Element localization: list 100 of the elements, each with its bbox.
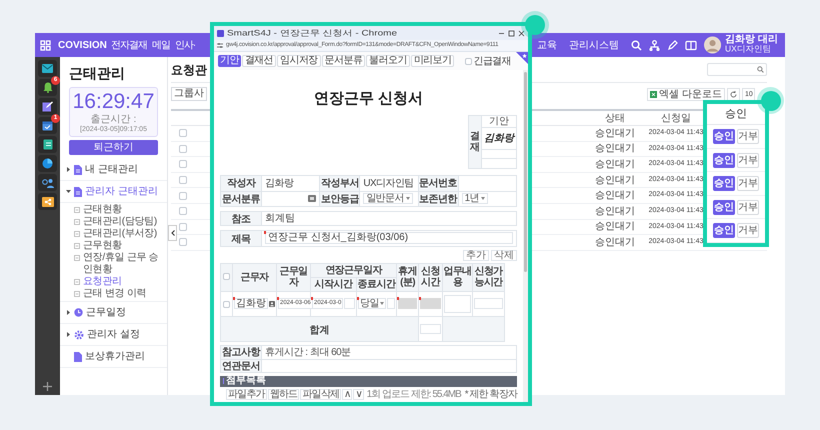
input-field[interactable]	[420, 324, 441, 334]
note-pencil-icon[interactable]	[42, 101, 53, 112]
input-field[interactable]	[386, 298, 395, 309]
reject-button[interactable]: 거부	[737, 200, 759, 215]
book-icon[interactable]	[685, 40, 697, 50]
approve-button[interactable]: 승인	[713, 200, 735, 215]
gear-icon	[74, 330, 84, 340]
subject-field[interactable]: 연장근무 신청서_김화랑(03/06)	[265, 232, 513, 244]
group-select[interactable]: 그룹사	[171, 87, 207, 101]
toolbar-button[interactable]: 결재선	[242, 55, 276, 67]
scrollbar[interactable]	[523, 70, 528, 402]
input-field[interactable]: 김화랑	[234, 298, 268, 309]
attach-button[interactable]: 웹하드	[268, 388, 300, 400]
collapse-button[interactable]	[168, 225, 177, 241]
input-field[interactable]	[344, 298, 355, 309]
checkbox[interactable]	[179, 144, 187, 153]
bell-icon[interactable]	[42, 82, 52, 93]
pen-icon[interactable]	[667, 40, 678, 50]
checkbox[interactable]	[179, 192, 187, 200]
checkbox[interactable]	[179, 160, 187, 168]
reject-button[interactable]: 거부	[737, 223, 759, 238]
sidebar-item[interactable]: 근무현황	[83, 240, 122, 252]
checkbox[interactable]	[179, 207, 187, 216]
pie-chart-icon[interactable]	[42, 158, 53, 169]
select-field[interactable]: 당일	[358, 298, 386, 309]
app-button[interactable]	[38, 193, 57, 210]
favorite-corner-icon[interactable]	[516, 52, 528, 64]
reject-button[interactable]: 거부	[737, 152, 759, 168]
checkbox[interactable]	[179, 176, 187, 184]
checkbox[interactable]	[223, 272, 230, 280]
app-button[interactable]	[38, 136, 57, 153]
toolbar-button[interactable]: 불러오기	[366, 55, 410, 67]
org-chart-icon[interactable]	[649, 40, 660, 50]
sidebar-item[interactable]: 관리자 근태관리	[85, 184, 158, 199]
checkbox[interactable]	[223, 300, 230, 308]
toolbar-button[interactable]: 임시저장	[277, 55, 321, 67]
sidebar-item[interactable]: 보상휴가관리	[85, 349, 145, 364]
checkbox[interactable]	[179, 222, 187, 231]
search-icon[interactable]	[757, 66, 764, 73]
site-settings-icon[interactable]	[217, 43, 223, 48]
select-field[interactable]: 1년	[462, 193, 488, 204]
contacts-icon[interactable]	[42, 178, 54, 188]
chevron-left-icon[interactable]	[170, 230, 174, 236]
checkbox[interactable]	[179, 129, 187, 138]
approve-button[interactable]: 승인	[713, 223, 735, 238]
nav-link[interactable]: 전자결재	[110, 38, 147, 52]
expand-arrow-icon[interactable]	[66, 189, 71, 194]
reject-button[interactable]: 거부	[737, 176, 759, 192]
avatar[interactable]	[704, 36, 722, 54]
app-button[interactable]	[38, 98, 57, 115]
field-label: 보안등급	[319, 192, 360, 206]
approve-button[interactable]: 승인	[713, 176, 735, 192]
toolbar-button[interactable]: 미리보기	[410, 55, 454, 67]
mail-icon[interactable]	[42, 64, 53, 73]
toolbar-button[interactable]: 기안	[218, 55, 241, 67]
close-icon[interactable]	[518, 30, 525, 36]
sidebar-item[interactable]: 근태관리(부서장)	[83, 228, 157, 240]
attach-button[interactable]: ∨	[353, 388, 364, 400]
reject-button[interactable]: 거부	[737, 129, 759, 144]
notebook-icon[interactable]	[42, 139, 52, 150]
add-row-button[interactable]: 추가	[463, 250, 489, 260]
nav-link[interactable]: 교육	[537, 38, 557, 52]
checkbox[interactable]	[465, 58, 472, 64]
share-icon[interactable]	[42, 196, 54, 206]
app-button[interactable]	[38, 155, 57, 172]
attach-button[interactable]: ∧	[342, 388, 352, 400]
picker-icon[interactable]	[308, 195, 316, 202]
input-field[interactable]	[474, 298, 503, 309]
sidebar-item[interactable]: 요청관리	[83, 276, 122, 288]
approve-button[interactable]: 승인	[713, 152, 735, 168]
sidebar-item[interactable]: 연장/휴일 근무 승인현황	[83, 252, 167, 276]
search-field[interactable]	[707, 63, 767, 76]
search-icon[interactable]	[631, 40, 642, 50]
app-grid-icon[interactable]	[40, 40, 50, 50]
attach-button[interactable]: 파일삭제	[300, 388, 342, 400]
expand-arrow-icon[interactable]	[66, 310, 71, 315]
refresh-icon[interactable]	[730, 90, 737, 98]
maximize-icon[interactable]	[508, 30, 515, 36]
add-icon[interactable]	[43, 382, 52, 391]
person-picker-icon[interactable]	[269, 300, 275, 308]
sidebar-item[interactable]: 근무일정	[86, 305, 126, 320]
sidebar-item[interactable]: 근태현황	[83, 204, 122, 216]
delete-row-button[interactable]: 삭제	[491, 250, 517, 260]
sidebar-item[interactable]: 내 근태관리	[85, 162, 138, 177]
nav-link[interactable]: 인사·	[174, 38, 196, 52]
select-field[interactable]: 일반문서	[363, 193, 413, 204]
sidebar-item[interactable]: 근태관리(담당팀)	[83, 216, 157, 228]
expand-arrow-icon[interactable]	[66, 167, 71, 172]
sidebar-item[interactable]: 관리자 설정	[87, 327, 140, 342]
toolbar-button[interactable]: 문서분류	[322, 55, 366, 67]
attach-button[interactable]: 파일추가	[226, 388, 267, 400]
expand-arrow-icon[interactable]	[66, 332, 71, 337]
sidebar-item[interactable]: 근태 변경 이력	[83, 288, 146, 300]
nav-link[interactable]: 관리시스템	[569, 38, 619, 52]
approve-button[interactable]: 승인	[713, 129, 735, 144]
table-cell-text: 승인대기	[594, 236, 636, 250]
nav-link[interactable]: 메일	[152, 38, 170, 52]
checkbox[interactable]	[179, 238, 187, 246]
calendar-icon[interactable]	[42, 120, 53, 131]
leave-work-button[interactable]: 퇴근하기	[69, 140, 158, 155]
